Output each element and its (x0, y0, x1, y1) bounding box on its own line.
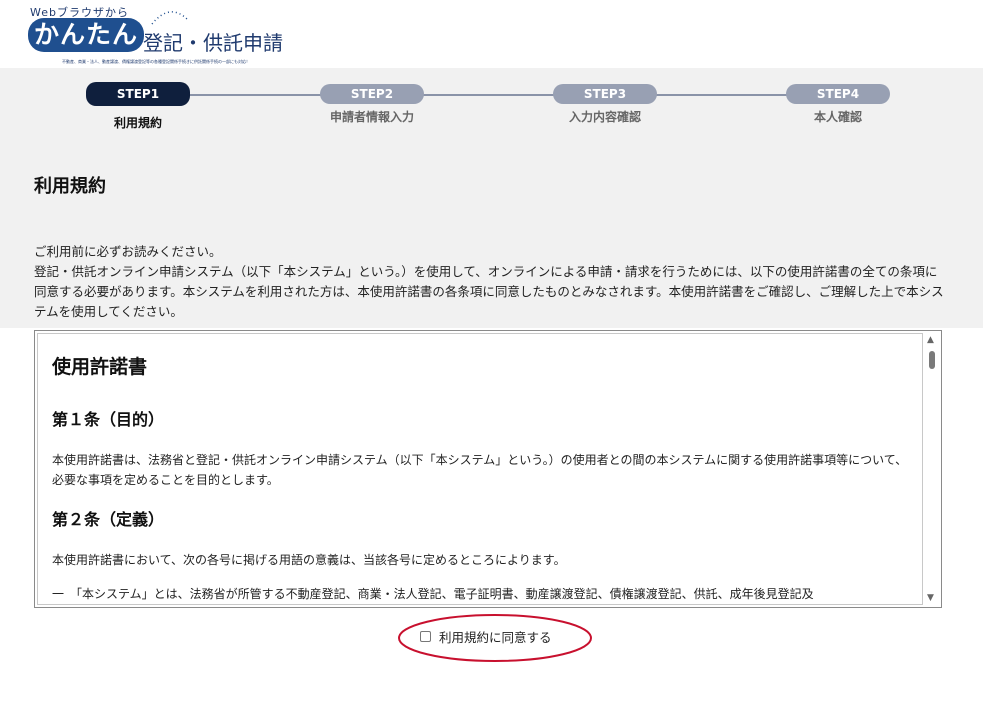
page-title: 利用規約 (34, 176, 106, 197)
logo-subtitle: 不動産、商業・法人、動産譲渡、債権譲渡登記等の各種登記関係手続きに供託関係手続の… (62, 59, 250, 64)
license-box[interactable]: 使用許諾書 第１条（目的） 本使用許諾書は、法務省と登記・供託オンライン申請シス… (34, 330, 942, 608)
logo-title[interactable]: 登記・供託申請 (143, 27, 283, 56)
step1-label: 利用規約 (113, 116, 162, 130)
step1-pill: STEP1 (86, 82, 190, 106)
intro-line2: 登記・供託オンライン申請システム（以下「本システム」という。）を使用して、オンラ… (34, 264, 944, 319)
red-circle-annotation (398, 614, 592, 662)
article2-item1: 一 「本システム」とは、法務省が所管する不動産登記、商業・法人登記、電子証明書、… (52, 587, 814, 601)
article1-body: 本使用許諾書は、法務省と登記・供託オンライン申請システム（以下「本システム」とい… (52, 453, 908, 487)
step3-label: 入力内容確認 (568, 110, 641, 124)
step4-pill: STEP4 (786, 84, 890, 104)
scroll-thumb[interactable] (929, 351, 935, 369)
site-header: Webブラウザから かんたん 登記・供託申請 不動産、商業・法人、動産譲渡、債権… (0, 0, 983, 68)
logo-kantan[interactable]: かんたん (28, 18, 145, 52)
step2-label: 申請者情報入力 (329, 110, 414, 124)
intro-text: ご利用前に必ずお読みください。 登記・供託オンライン申請システム（以下「本システ… (34, 242, 949, 322)
intro-line1: ご利用前に必ずお読みください。 (34, 244, 222, 259)
article2-title: 第２条（定義） (52, 510, 165, 529)
scroll-up-arrow-icon[interactable]: ▲ (927, 335, 934, 345)
license-content: 使用許諾書 第１条（目的） 本使用許諾書は、法務省と登記・供託オンライン申請シス… (37, 333, 923, 605)
article2-body: 本使用許諾書において、次の各号に掲げる用語の意義は、当該各号に定めるところにより… (52, 553, 566, 567)
stepper-line (138, 94, 838, 96)
license-title: 使用許諾書 (52, 356, 148, 378)
license-scrollbar[interactable]: ▲ ▼ (923, 331, 941, 605)
logo-dots-decoration (151, 11, 189, 25)
step2-pill: STEP2 (320, 84, 424, 104)
step4-label: 本人確認 (813, 110, 862, 124)
scroll-down-arrow-icon[interactable]: ▼ (927, 593, 934, 603)
article1-title: 第１条（目的） (52, 410, 165, 429)
step3-pill: STEP3 (553, 84, 657, 104)
